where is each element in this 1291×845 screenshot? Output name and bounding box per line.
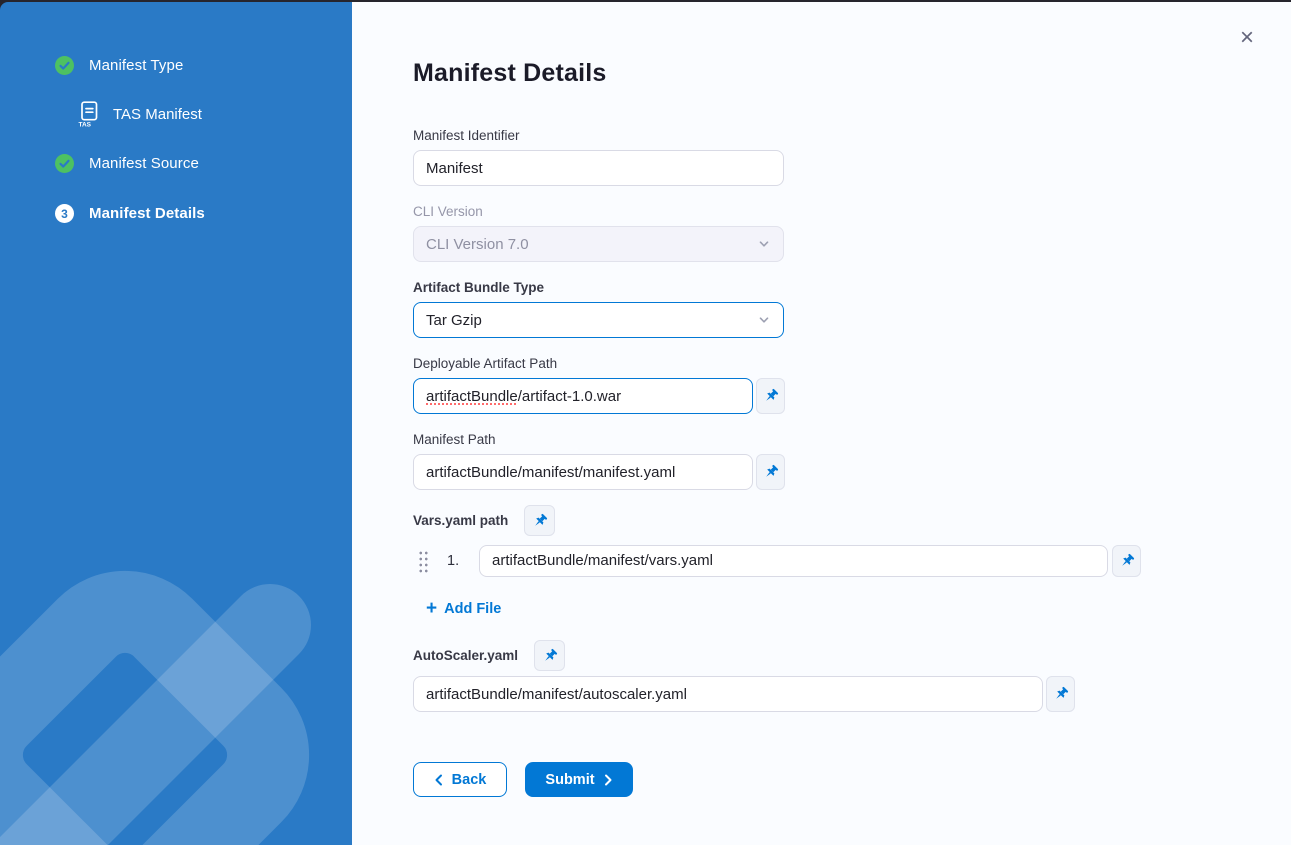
- pin-icon: [763, 464, 779, 480]
- manifest-wizard-modal: Manifest Type TAS TAS Manifest Manifest …: [0, 2, 1291, 845]
- check-circle-icon: [55, 154, 74, 173]
- manifest-identifier-input[interactable]: [413, 150, 784, 186]
- chevron-down-icon: [757, 237, 771, 251]
- vars-yaml-path-label: Vars.yaml path: [413, 512, 508, 529]
- fixed-value-pin-button[interactable]: [524, 505, 555, 536]
- artifact-bundle-type-select[interactable]: Tar Gzip: [413, 302, 784, 338]
- artifact-bundle-type-label: Artifact Bundle Type: [413, 279, 1291, 296]
- submit-button-label: Submit: [545, 772, 594, 788]
- cli-version-value: CLI Version 7.0: [426, 236, 529, 253]
- pin-icon: [532, 513, 548, 529]
- add-file-label: Add File: [444, 601, 501, 617]
- step-number-badge: 3: [55, 204, 74, 223]
- file-row-index: 1.: [447, 553, 467, 569]
- drag-handle-icon[interactable]: [418, 550, 428, 573]
- pin-icon: [1119, 553, 1135, 569]
- vars-yaml-file-row: 1.: [413, 545, 1291, 577]
- back-button-label: Back: [452, 772, 487, 788]
- fixed-value-pin-button[interactable]: [534, 640, 565, 671]
- manifest-details-panel: × Manifest Details Manifest Identifier C…: [352, 2, 1291, 845]
- sidebar-step-manifest-type[interactable]: Manifest Type: [55, 56, 352, 75]
- sidebar-substep-tas-manifest[interactable]: TAS TAS Manifest: [55, 101, 352, 128]
- fixed-value-pin-button[interactable]: [756, 454, 785, 490]
- fixed-value-pin-button[interactable]: [756, 378, 785, 414]
- add-file-button[interactable]: + Add File: [426, 601, 501, 617]
- submit-button[interactable]: Submit: [525, 762, 633, 797]
- cli-version-label: CLI Version: [413, 203, 1291, 220]
- chevron-down-icon: [757, 313, 771, 327]
- cli-version-select: CLI Version 7.0: [413, 226, 784, 262]
- manifest-identifier-label: Manifest Identifier: [413, 127, 1291, 144]
- pin-icon: [763, 388, 779, 404]
- wizard-sidebar: Manifest Type TAS TAS Manifest Manifest …: [0, 2, 352, 845]
- chevron-right-icon: [604, 774, 613, 786]
- pin-icon: [1053, 686, 1069, 702]
- fixed-value-pin-button[interactable]: [1046, 676, 1075, 712]
- tas-manifest-file-icon: TAS: [78, 101, 101, 128]
- step-label: Manifest Details: [89, 205, 205, 222]
- sidebar-step-manifest-source[interactable]: Manifest Source: [55, 154, 352, 173]
- chevron-left-icon: [434, 774, 443, 786]
- path-text: /artifact-1.0.war: [518, 388, 621, 405]
- fixed-value-pin-button[interactable]: [1112, 545, 1141, 577]
- close-icon[interactable]: ×: [1233, 24, 1261, 52]
- svg-text:TAS: TAS: [79, 122, 92, 129]
- vars-yaml-path-input[interactable]: [479, 545, 1108, 577]
- page-title: Manifest Details: [413, 58, 1291, 88]
- check-circle-icon: [55, 56, 74, 75]
- manifest-path-label: Manifest Path: [413, 431, 1291, 448]
- sidebar-step-manifest-details[interactable]: 3 Manifest Details: [55, 204, 352, 223]
- misspelled-text: artifactBundle: [426, 388, 518, 405]
- step-label: Manifest Source: [89, 155, 199, 172]
- back-button[interactable]: Back: [413, 762, 507, 797]
- deployable-artifact-path-label: Deployable Artifact Path: [413, 355, 1291, 372]
- plus-icon: +: [426, 602, 437, 616]
- deployable-artifact-path-input[interactable]: artifactBundle/artifact-1.0.war: [413, 378, 753, 414]
- substep-label: TAS Manifest: [113, 106, 202, 123]
- harness-logo-watermark: [0, 545, 345, 845]
- autoscaler-yaml-label: AutoScaler.yaml: [413, 647, 518, 664]
- pin-icon: [542, 648, 558, 664]
- artifact-bundle-type-value: Tar Gzip: [426, 312, 482, 329]
- step-label: Manifest Type: [89, 57, 183, 74]
- autoscaler-yaml-path-input[interactable]: [413, 676, 1043, 712]
- manifest-path-input[interactable]: [413, 454, 753, 490]
